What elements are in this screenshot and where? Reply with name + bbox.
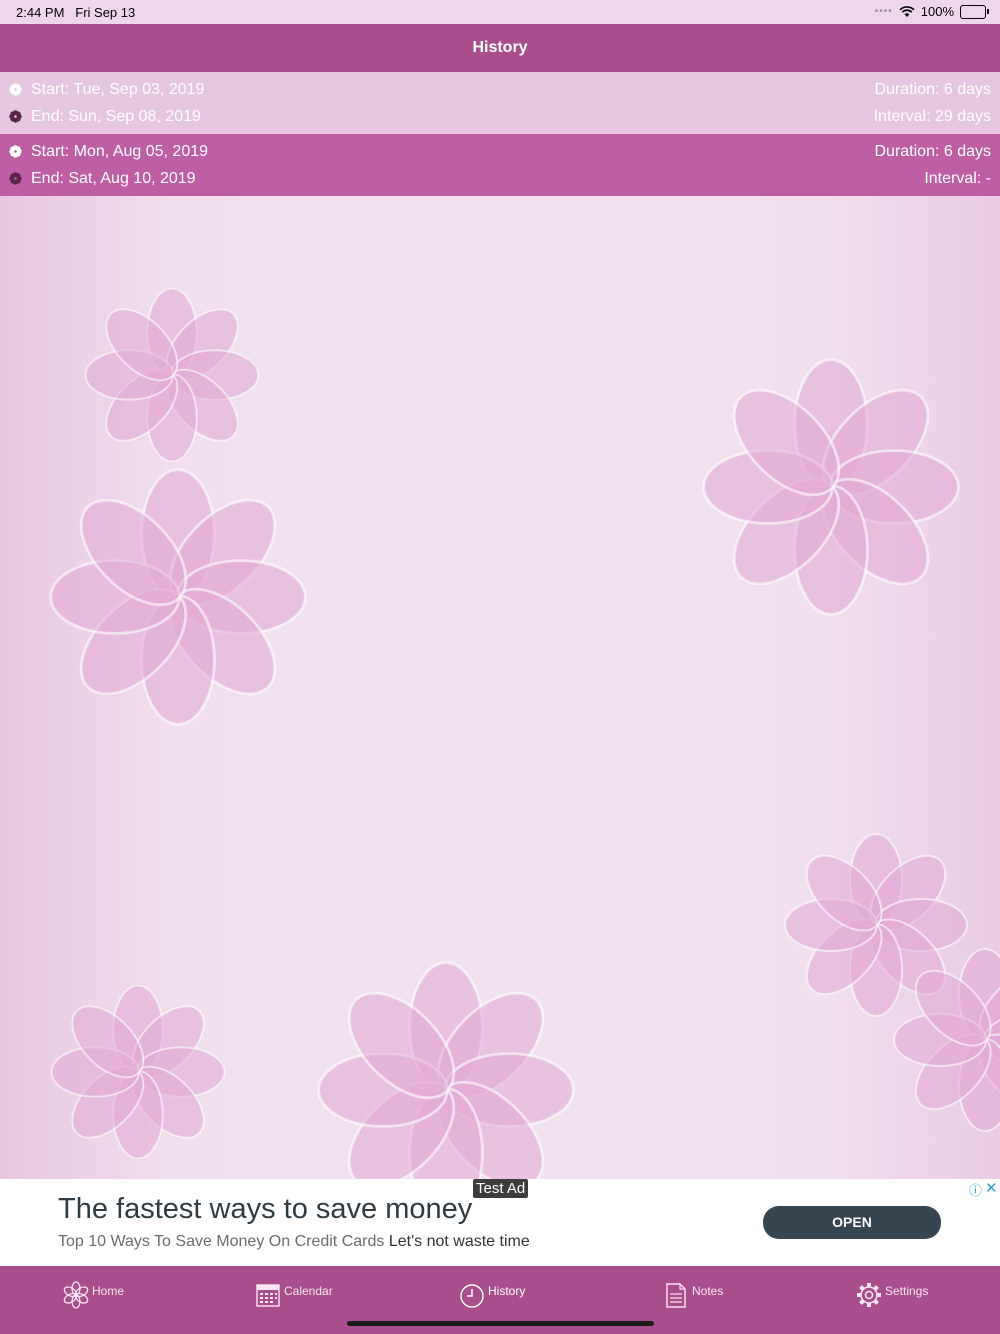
flower-decoration bbox=[84, 287, 260, 463]
battery-percent: 100% bbox=[920, 4, 954, 19]
tab-notes-label: Notes bbox=[692, 1284, 724, 1298]
flower-decoration bbox=[317, 961, 575, 1180]
ad-tag: Test Ad bbox=[473, 1179, 529, 1198]
status-time: 2:44 PM Fri Sep 13 bbox=[16, 5, 135, 20]
tab-history-label: History bbox=[488, 1284, 526, 1298]
wifi-icon bbox=[899, 5, 915, 17]
history-row-line-start: Start: Mon, Aug 05, 2019 Duration: 6 day… bbox=[0, 139, 1000, 166]
history-row[interactable]: Start: Mon, Aug 05, 2019 Duration: 6 day… bbox=[0, 134, 1000, 196]
flower-dark-icon bbox=[9, 172, 22, 185]
tab-bar: Home Calendar History Notes Settings bbox=[0, 1266, 1000, 1334]
duration: Duration: 6 days bbox=[874, 143, 991, 160]
history-row-line-end: End: Sun, Sep 08, 2019 Interval: 29 days bbox=[0, 104, 1000, 131]
tab-home-label: Home bbox=[92, 1284, 125, 1298]
flower-dark-icon bbox=[9, 110, 22, 123]
clock-icon bbox=[460, 1284, 484, 1308]
ad-banner[interactable]: Test Ad ⓘ ✕ The fastest ways to save mon… bbox=[0, 1179, 1000, 1266]
end-date: End: Sat, Aug 10, 2019 bbox=[31, 170, 196, 187]
start-date: Start: Mon, Aug 05, 2019 bbox=[31, 143, 209, 160]
document-icon bbox=[666, 1283, 686, 1308]
history-row-line-start: Start: Tue, Sep 03, 2019 Duration: 6 day… bbox=[0, 77, 1000, 104]
start-date: Start: Tue, Sep 03, 2019 bbox=[31, 81, 205, 98]
tab-home[interactable]: Home bbox=[62, 1276, 124, 1312]
flower-background-pattern bbox=[49, 287, 1000, 1180]
status-indicators: •••• 100% bbox=[874, 4, 989, 19]
flower-decoration bbox=[49, 468, 307, 726]
calendar-icon bbox=[256, 1284, 280, 1307]
signal-icon: •••• bbox=[874, 6, 893, 17]
status-bar: 2:44 PM Fri Sep 13 •••• 100% bbox=[0, 0, 1000, 24]
navigation-bar: History bbox=[0, 24, 1000, 72]
gear-icon bbox=[857, 1283, 881, 1307]
tab-settings-label: Settings bbox=[885, 1284, 929, 1298]
ad-info-icon[interactable]: ⓘ bbox=[969, 1180, 982, 1199]
end-date: End: Sun, Sep 08, 2019 bbox=[31, 108, 201, 125]
tab-calendar[interactable]: Calendar bbox=[254, 1276, 333, 1312]
status-clock: 2:44 PM bbox=[16, 5, 65, 20]
tab-notes[interactable]: Notes bbox=[662, 1276, 723, 1312]
flower-decoration bbox=[702, 358, 960, 616]
flower-icon bbox=[9, 145, 22, 158]
ad-subtitle-text: Top 10 Ways To Save Money On Credit Card… bbox=[58, 1233, 385, 1250]
home-indicator[interactable] bbox=[347, 1321, 654, 1326]
page-title: History bbox=[472, 39, 528, 56]
flower-icon bbox=[63, 1281, 89, 1309]
ad-close-icon[interactable]: ✕ bbox=[985, 1179, 998, 1197]
flower-decoration bbox=[50, 984, 226, 1160]
ad-subtitle: Top 10 Ways To Save Money On Credit Card… bbox=[58, 1233, 530, 1251]
status-date: Fri Sep 13 bbox=[75, 5, 136, 20]
ad-headline[interactable]: The fastest ways to save money bbox=[58, 1193, 472, 1226]
battery-icon bbox=[960, 4, 989, 19]
tab-history[interactable]: History bbox=[458, 1276, 525, 1312]
history-row[interactable]: Start: Tue, Sep 03, 2019 Duration: 6 day… bbox=[0, 72, 1000, 134]
tab-settings[interactable]: Settings bbox=[855, 1276, 928, 1312]
flower-icon bbox=[9, 83, 22, 96]
ad-subtitle-tail: Let's not waste time bbox=[388, 1233, 530, 1250]
interval: Interval: 29 days bbox=[873, 108, 991, 125]
history-row-line-end: End: Sat, Aug 10, 2019 Interval: - bbox=[0, 166, 1000, 193]
duration: Duration: 6 days bbox=[874, 81, 991, 98]
interval: Interval: - bbox=[924, 170, 991, 187]
tab-calendar-label: Calendar bbox=[284, 1284, 333, 1298]
ad-open-button[interactable]: OPEN bbox=[763, 1206, 941, 1239]
